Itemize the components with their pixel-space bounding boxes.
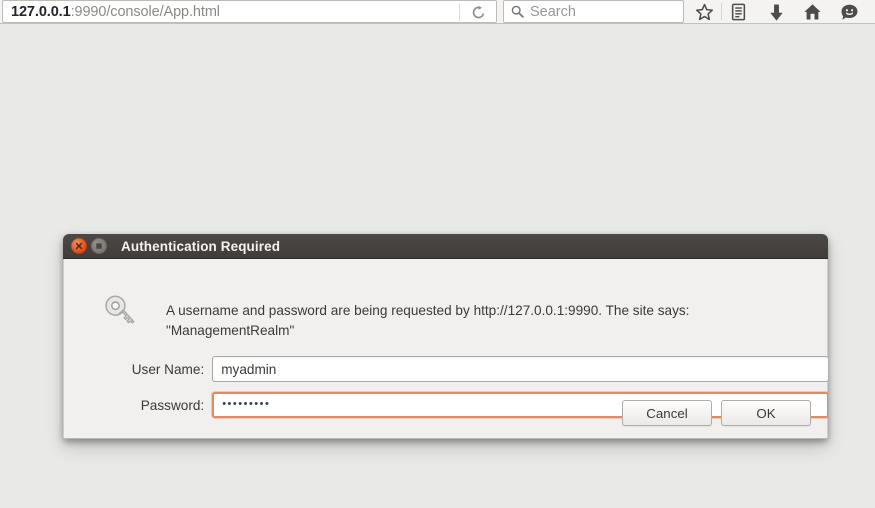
username-field-row: User Name: myadmin — [64, 356, 828, 382]
bookmark-star-icon[interactable] — [690, 0, 718, 24]
username-input[interactable]: myadmin — [212, 356, 828, 382]
search-icon — [511, 5, 524, 18]
dialog-button-row: Cancel OK — [622, 400, 811, 426]
key-icon — [94, 294, 138, 338]
close-icon[interactable] — [71, 238, 87, 254]
url-bar-divider — [459, 4, 460, 21]
url-path: :9990/console/App.html — [70, 3, 220, 20]
dialog-body: A username and password are being reques… — [63, 259, 828, 439]
feedback-smiley-icon[interactable] — [835, 0, 863, 24]
dialog-titlebar[interactable]: Authentication Required — [63, 234, 828, 259]
dialog-message: A username and password are being reques… — [166, 303, 690, 338]
authentication-dialog: Authentication Required A username and p… — [63, 234, 828, 439]
reader-list-icon[interactable] — [724, 0, 752, 24]
url-text: 127.0.0.1:9990/console/App.html — [3, 4, 220, 20]
downloads-icon[interactable] — [762, 0, 790, 24]
password-label: Password: — [140, 397, 205, 413]
browser-toolbar: 127.0.0.1:9990/console/App.html Search — [0, 0, 875, 24]
dialog-title: Authentication Required — [121, 238, 281, 254]
url-bar[interactable]: 127.0.0.1:9990/console/App.html — [2, 0, 497, 23]
url-host: 127.0.0.1 — [11, 3, 71, 20]
reload-button[interactable] — [462, 2, 494, 23]
home-icon[interactable] — [798, 0, 826, 24]
page-viewport: Authentication Required A username and p… — [0, 25, 875, 508]
ok-button[interactable]: OK — [721, 400, 811, 426]
reload-icon — [472, 5, 484, 19]
search-input[interactable]: Search — [503, 0, 684, 23]
cancel-button[interactable]: Cancel — [622, 400, 712, 426]
password-masked-value: ••••••••• — [222, 397, 271, 410]
toolbar-separator — [721, 3, 722, 20]
search-placeholder: Search — [530, 3, 576, 20]
username-label: User Name: — [131, 361, 205, 377]
maximize-icon[interactable] — [91, 238, 107, 254]
